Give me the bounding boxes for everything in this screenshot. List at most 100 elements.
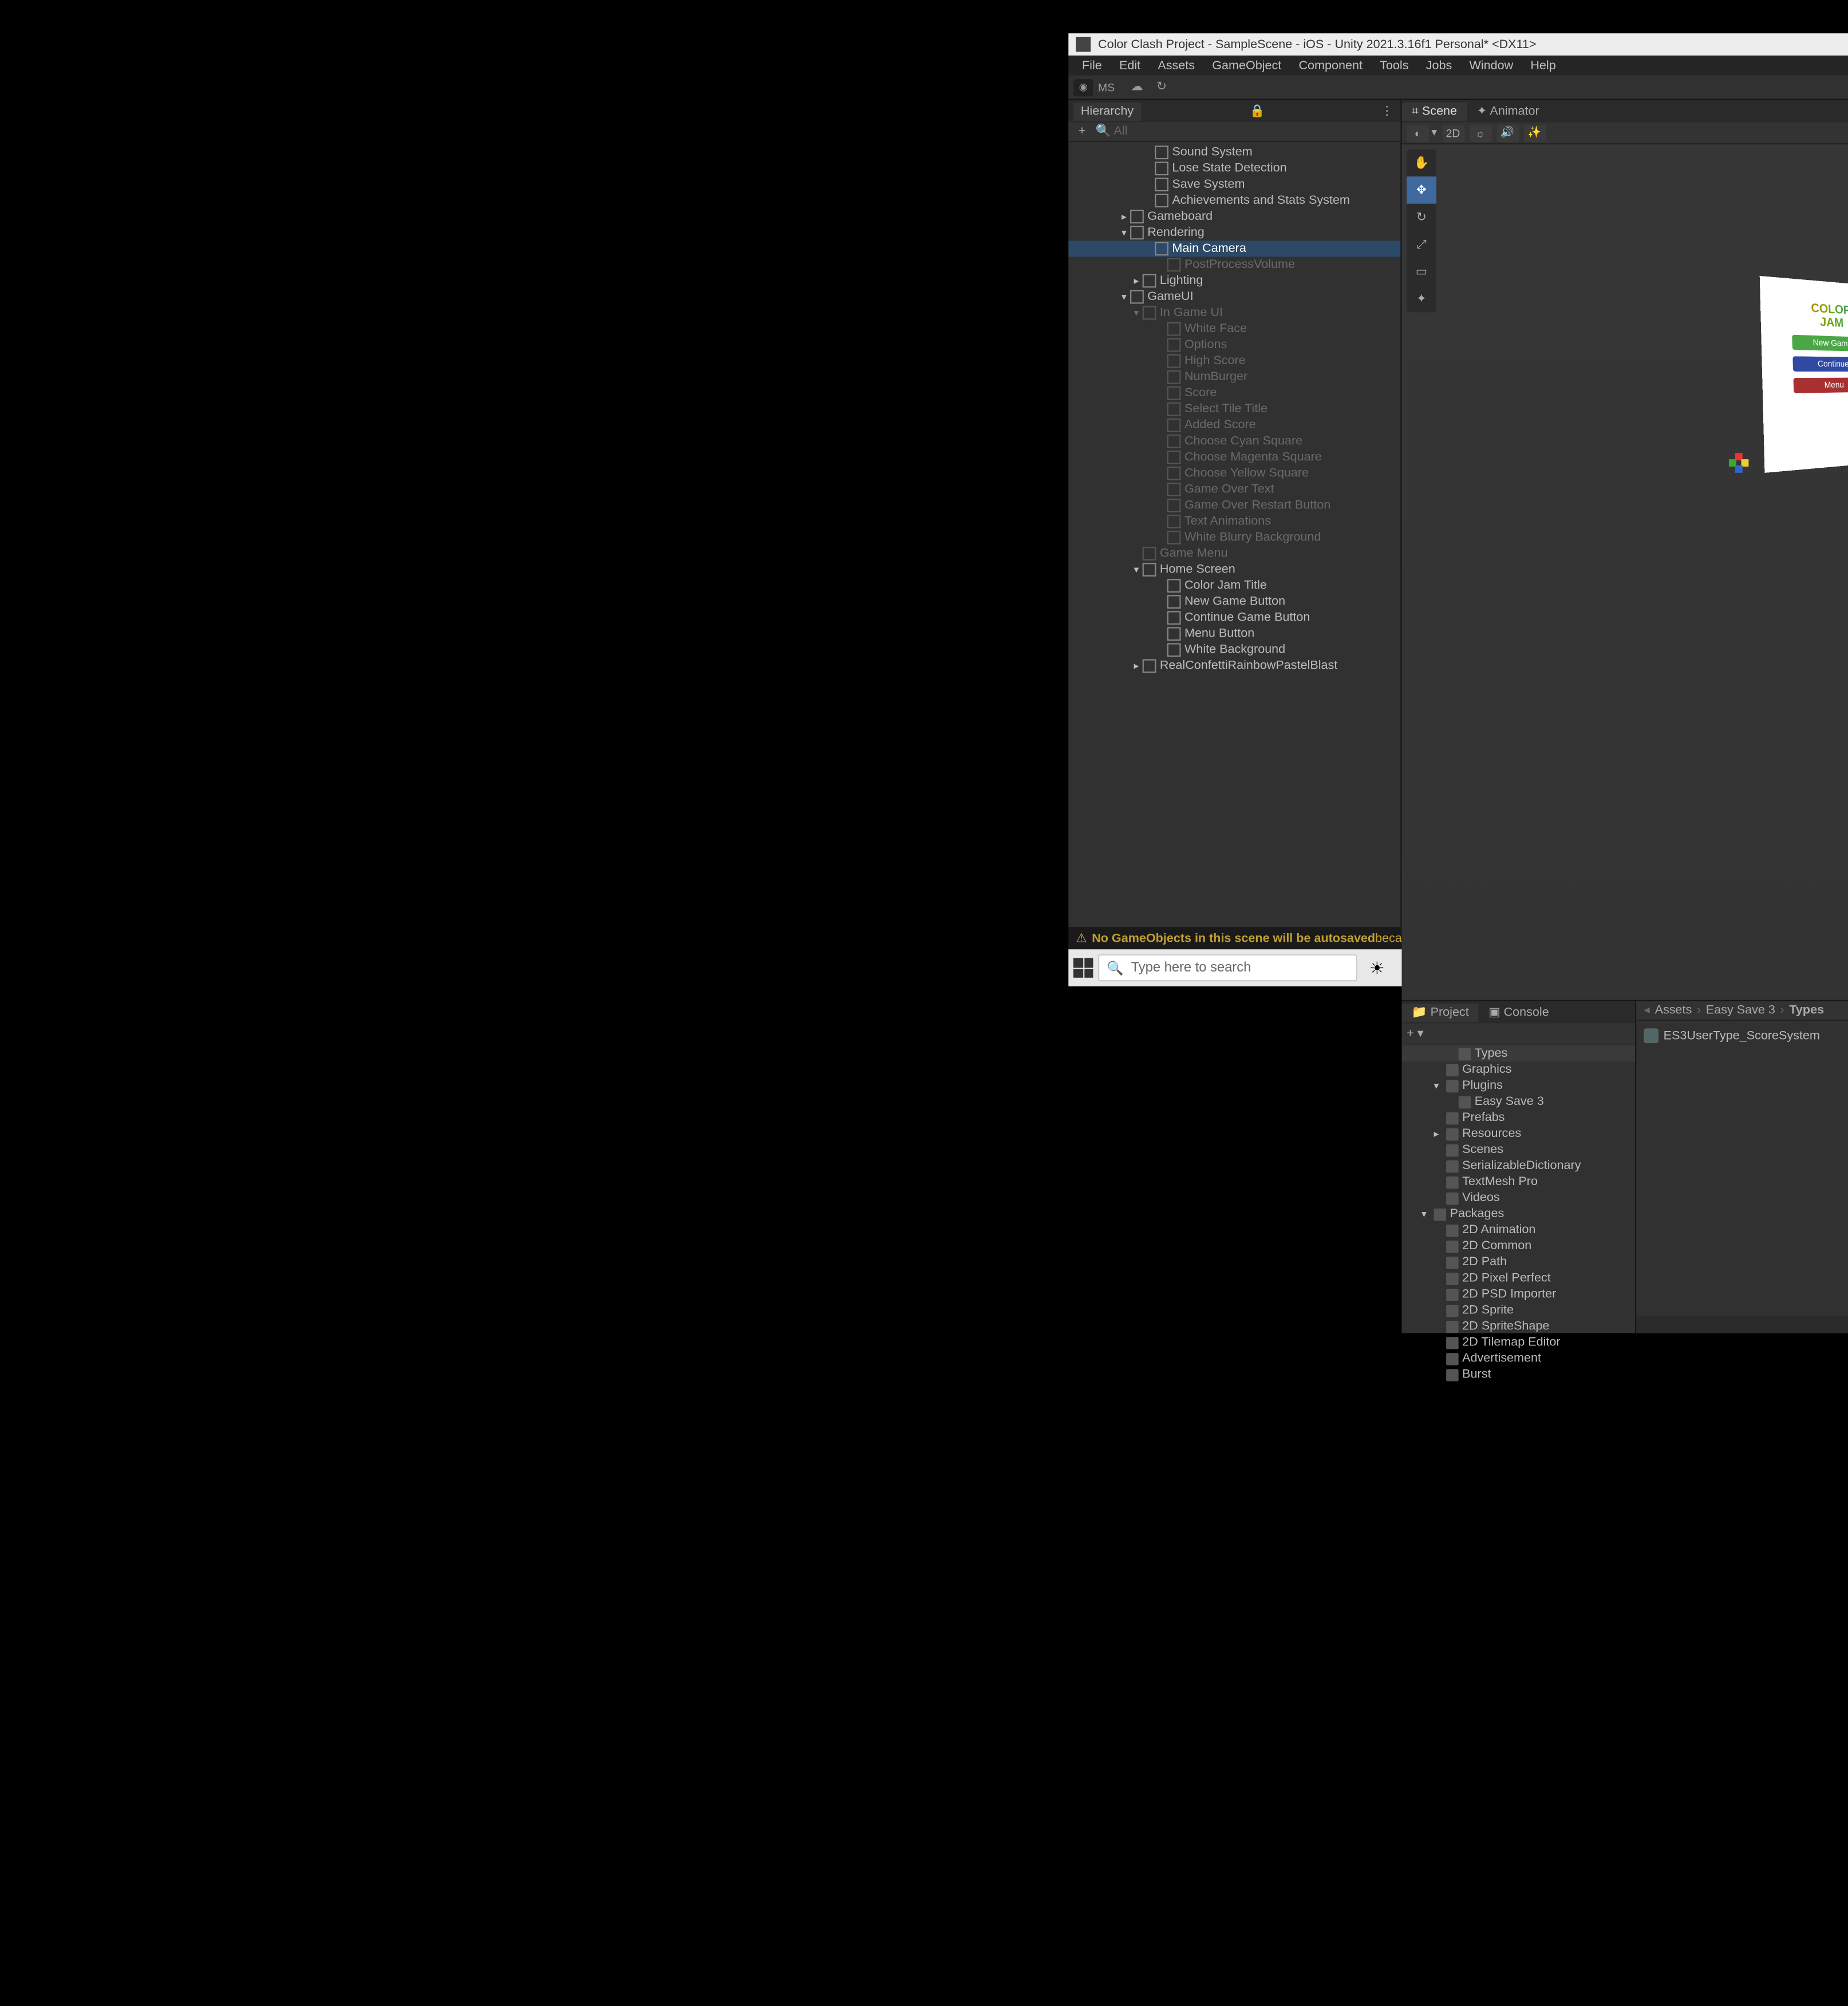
project-tree-item[interactable]: 2D Path — [1401, 1254, 1635, 1270]
rotate-tool[interactable]: ↻ — [1407, 204, 1436, 231]
add-gameobject-button[interactable]: + — [1073, 125, 1091, 139]
hierarchy-search[interactable]: 🔍 All — [1096, 125, 1128, 139]
hierarchy-item[interactable]: Game Menu — [1068, 546, 1400, 562]
panel-options-icon[interactable]: ⋮ — [1381, 104, 1393, 118]
taskbar-search[interactable]: 🔍Type here to search — [1098, 954, 1357, 981]
hand-tool[interactable]: ✋ — [1407, 149, 1436, 176]
hierarchy-item[interactable]: ▸Lighting — [1068, 273, 1400, 289]
hierarchy-item[interactable]: Choose Magenta Square — [1068, 449, 1400, 465]
unity-icon — [1076, 37, 1091, 52]
hierarchy-item[interactable]: Choose Yellow Square — [1068, 465, 1400, 481]
hierarchy-item[interactable]: Sound System — [1068, 144, 1400, 160]
project-tree-item[interactable]: Advertisement — [1401, 1351, 1635, 1367]
project-tree-item[interactable]: Burst — [1401, 1367, 1635, 1383]
hierarchy-tab[interactable]: Hierarchy — [1073, 102, 1141, 120]
project-tree-item[interactable]: 2D Common — [1401, 1238, 1635, 1254]
project-tree-item[interactable]: 2D Animation — [1401, 1222, 1635, 1238]
hierarchy-item[interactable]: PostProcessVolume — [1068, 257, 1400, 273]
hierarchy-item[interactable]: New Game Button — [1068, 594, 1400, 610]
audio-toggle[interactable]: 🔊 — [1496, 124, 1519, 141]
scene-canvas-object[interactable]: COLORJAM New Game Continue Menu — [1760, 276, 1848, 473]
hierarchy-item[interactable]: Game Over Restart Button — [1068, 497, 1400, 514]
start-button[interactable] — [1073, 958, 1093, 978]
lock-icon[interactable]: 🔒 — [1250, 104, 1265, 118]
tray-weather-icon[interactable]: ☀ — [1362, 953, 1392, 983]
project-tree-item[interactable]: ▸Resources — [1401, 1126, 1635, 1142]
hierarchy-item[interactable]: White Blurry Background — [1068, 530, 1400, 546]
project-tree-item[interactable]: SerializableDictionary — [1401, 1158, 1635, 1174]
hierarchy-item[interactable]: Save System — [1068, 176, 1400, 192]
window-title: Color Clash Project - SampleScene - iOS … — [1098, 38, 1536, 52]
menu-assets[interactable]: Assets — [1149, 58, 1203, 72]
rect-tool[interactable]: ▭ — [1407, 258, 1436, 285]
hierarchy-item[interactable]: Options — [1068, 337, 1400, 353]
hierarchy-item[interactable]: Text Animations — [1068, 514, 1400, 530]
hierarchy-item[interactable]: Achievements and Stats System — [1068, 192, 1400, 208]
hierarchy-item[interactable]: NumBurger — [1068, 369, 1400, 385]
light-toggle[interactable]: ☼ — [1469, 124, 1491, 141]
project-tree-item[interactable]: 2D Sprite — [1401, 1302, 1635, 1318]
project-tree-item[interactable]: TextMesh Pro — [1401, 1174, 1635, 1190]
project-tree-item[interactable]: 2D Pixel Perfect — [1401, 1270, 1635, 1286]
scale-tool[interactable]: ⤢ — [1407, 231, 1436, 258]
menu-jobs[interactable]: Jobs — [1417, 58, 1461, 72]
console-tab[interactable]: ▣ Console — [1479, 1003, 1559, 1021]
hierarchy-panel: Hierarchy 🔒 ⋮ + 🔍 All Sound SystemLose S… — [1068, 100, 1401, 927]
shade-mode-dropdown[interactable]: ◐ — [1407, 124, 1429, 141]
menu-gameobject[interactable]: GameObject — [1203, 58, 1290, 72]
project-file[interactable]: ES3UserType_ScoreSystem — [1644, 1026, 1848, 1046]
hierarchy-item[interactable]: Added Score — [1068, 417, 1400, 433]
project-tree-item[interactable]: 2D SpriteShape — [1401, 1318, 1635, 1334]
project-tree-item[interactable]: ▾Packages — [1401, 1206, 1635, 1222]
animator-tab[interactable]: ✦ Animator — [1467, 102, 1549, 120]
hierarchy-item[interactable]: Game Over Text — [1068, 481, 1400, 497]
hierarchy-item[interactable]: Lose State Detection — [1068, 160, 1400, 176]
move-tool[interactable]: ✥ — [1407, 176, 1436, 203]
menu-edit[interactable]: Edit — [1111, 58, 1149, 72]
hierarchy-item[interactable]: Main Camera — [1068, 240, 1400, 256]
menu-help[interactable]: Help — [1522, 58, 1565, 72]
project-breadcrumb[interactable]: ◂ Assets› Easy Save 3› Types 🔍 ⊞ ⚙ ✦ 👁 6… — [1636, 1001, 1848, 1021]
project-tree-item[interactable]: Graphics — [1401, 1061, 1635, 1077]
hierarchy-item[interactable]: Color Jam Title — [1068, 578, 1400, 594]
project-tree-item[interactable]: Videos — [1401, 1190, 1635, 1206]
account-icon[interactable]: ◉ — [1073, 78, 1093, 96]
project-tree-item[interactable]: Easy Save 3 — [1401, 1093, 1635, 1109]
project-tree-item[interactable]: Prefabs — [1401, 1110, 1635, 1126]
menu-tools[interactable]: Tools — [1371, 58, 1417, 72]
hierarchy-item[interactable]: Choose Cyan Square — [1068, 433, 1400, 449]
project-tree-item[interactable]: 2D Tilemap Editor — [1401, 1334, 1635, 1351]
scene-viewport[interactable]: ✋ ✥ ↻ ⤢ ▭ ✦ < Persp — [1401, 144, 1848, 1000]
hierarchy-item[interactable]: ▾In Game UI — [1068, 305, 1400, 321]
hierarchy-item[interactable]: ▸RealConfettiRainbowPastelBlast — [1068, 658, 1400, 674]
project-tree-item[interactable]: ▾Plugins — [1401, 1077, 1635, 1093]
scene-blocks[interactable] — [1729, 453, 1749, 473]
account-label[interactable]: MS — [1098, 81, 1115, 93]
hierarchy-item[interactable]: ▾GameUI — [1068, 289, 1400, 305]
menu-component[interactable]: Component — [1290, 58, 1371, 72]
hierarchy-item[interactable]: ▾Rendering — [1068, 224, 1400, 240]
menu-window[interactable]: Window — [1460, 58, 1522, 72]
hierarchy-item[interactable]: Continue Game Button — [1068, 610, 1400, 626]
project-tree-item[interactable]: 2D PSD Importer — [1401, 1286, 1635, 1302]
collab-icon[interactable]: ↻ — [1152, 78, 1172, 96]
cloud-icon[interactable]: ☁ — [1127, 78, 1147, 96]
hierarchy-item[interactable]: ▾Home Screen — [1068, 562, 1400, 578]
fx-toggle[interactable]: ✨ — [1523, 124, 1546, 141]
hierarchy-item[interactable]: ▸Gameboard — [1068, 208, 1400, 224]
project-tab[interactable]: 📁 Project — [1401, 1003, 1478, 1021]
hierarchy-item[interactable]: Select Tile Title — [1068, 401, 1400, 417]
hierarchy-item[interactable]: White Background — [1068, 642, 1400, 658]
hierarchy-item[interactable]: Score — [1068, 385, 1400, 401]
hierarchy-item[interactable]: White Face — [1068, 321, 1400, 337]
2d-toggle[interactable]: 2D — [1442, 124, 1464, 141]
project-add-button[interactable]: + ▾ — [1407, 1026, 1423, 1040]
transform-tool[interactable]: ✦ — [1407, 285, 1436, 312]
project-tree-item[interactable]: Types — [1401, 1045, 1635, 1061]
warning-icon: ⚠ — [1076, 931, 1087, 945]
project-tree-item[interactable]: Scenes — [1401, 1142, 1635, 1158]
hierarchy-item[interactable]: High Score — [1068, 353, 1400, 369]
menu-file[interactable]: File — [1073, 58, 1111, 72]
scene-tab[interactable]: ⌗ Scene — [1401, 102, 1467, 120]
hierarchy-item[interactable]: Menu Button — [1068, 626, 1400, 642]
